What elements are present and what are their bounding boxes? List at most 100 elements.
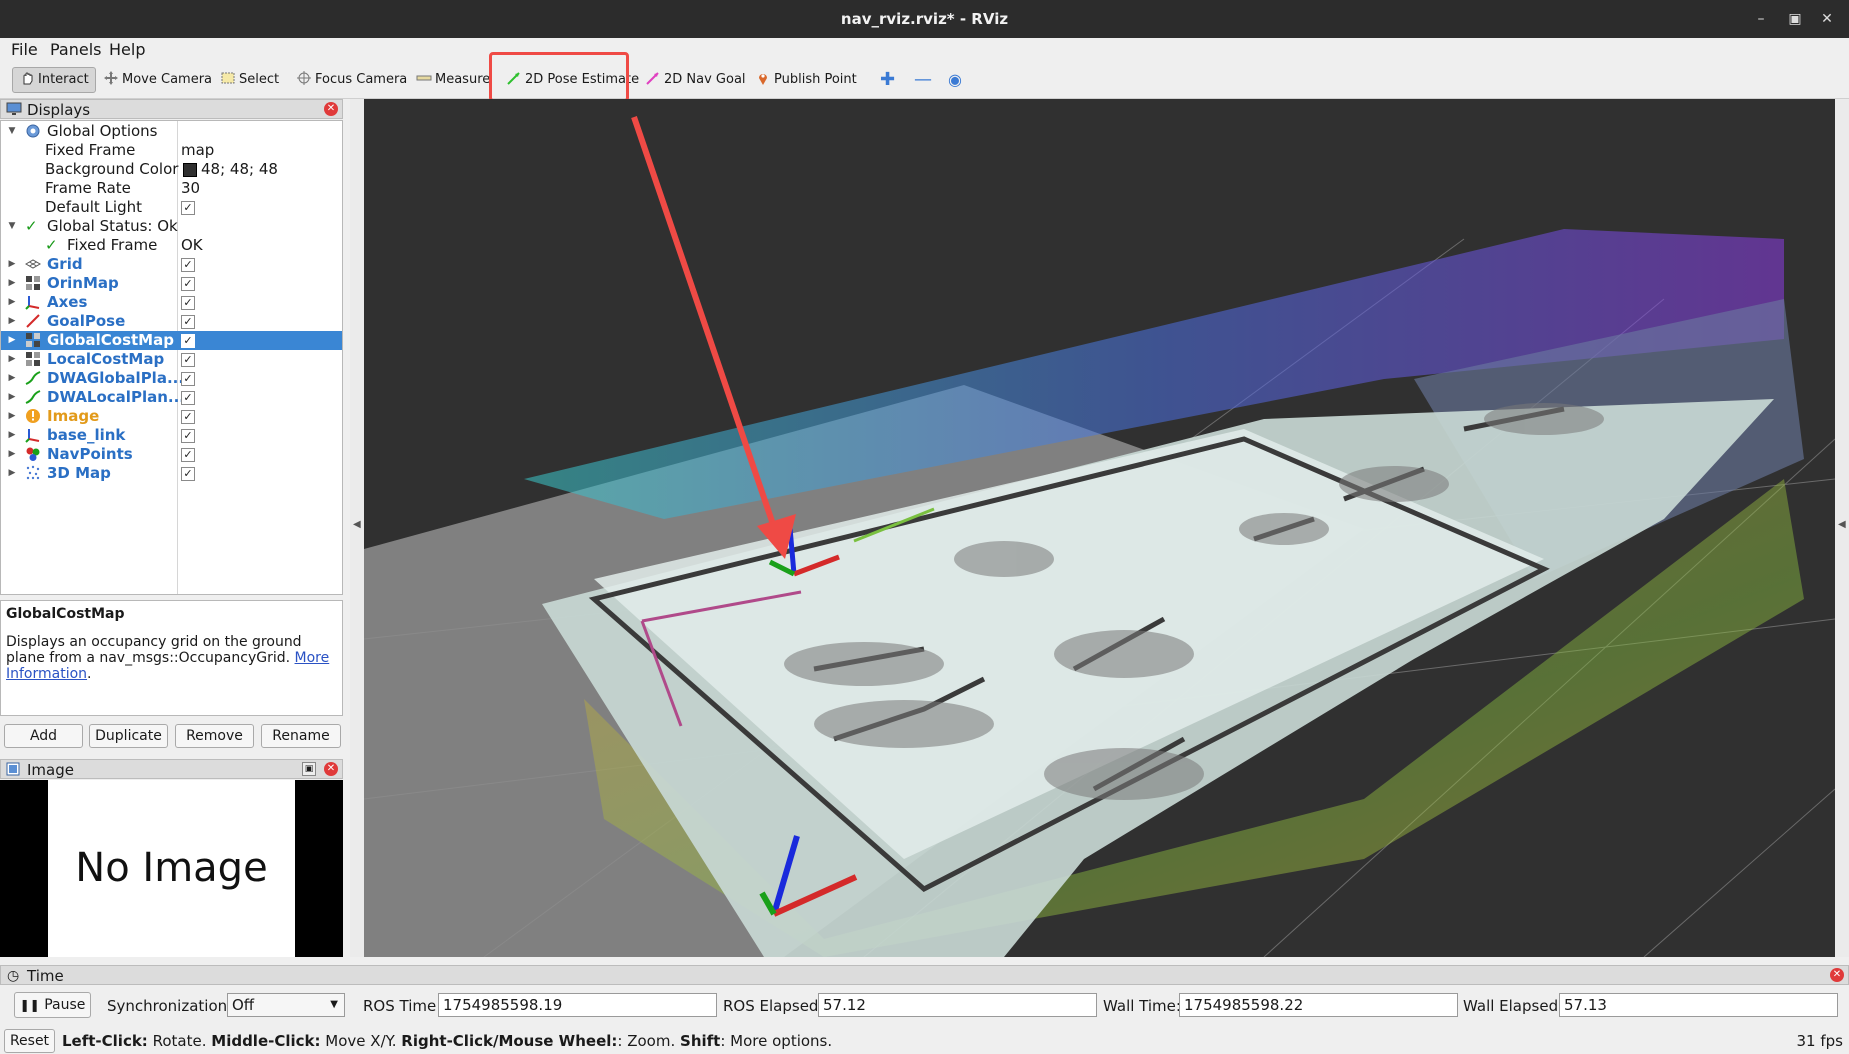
display-checkbox[interactable]: ✓	[181, 372, 195, 386]
left-click-desc: Rotate.	[152, 1032, 207, 1050]
display-item-dwaglobalplanner[interactable]: ▶ DWAGlobalPla... ✓	[1, 369, 342, 388]
display-item-3d-map[interactable]: ▶ 3D Map ✓	[1, 464, 342, 483]
time-close-icon[interactable]: ✕	[1830, 968, 1844, 982]
time-title: Time	[27, 967, 64, 985]
view-eye-icon[interactable]: ◉	[948, 68, 962, 92]
expand-right-icon[interactable]: ▶	[7, 312, 17, 331]
expand-right-icon[interactable]: ▶	[7, 350, 17, 369]
publish-point-button[interactable]: Publish Point	[755, 68, 857, 92]
duplicate-button[interactable]: Duplicate	[89, 724, 168, 748]
image-close-icon[interactable]: ✕	[324, 762, 338, 776]
select-button[interactable]: Select	[220, 68, 279, 92]
3d-scene[interactable]	[364, 99, 1835, 957]
display-item-orinmap[interactable]: ▶ OrinMap ✓	[1, 274, 342, 293]
display-checkbox[interactable]: ✓	[181, 334, 195, 348]
display-label: Grid	[47, 255, 83, 273]
display-item-image[interactable]: ▶ Image ✓	[1, 407, 342, 426]
display-item-grid[interactable]: ▶ Grid ✓	[1, 255, 342, 274]
menu-panels[interactable]: Panels	[50, 40, 102, 59]
display-item-axes[interactable]: ▶ Axes ✓	[1, 293, 342, 312]
collapse-left-icon[interactable]: ◀	[353, 519, 361, 530]
wall-elapsed-field[interactable]: 57.13	[1559, 993, 1838, 1017]
right-click-desc: : Zoom.	[617, 1032, 676, 1050]
add-tool-icon[interactable]: ✚	[880, 68, 895, 92]
display-item-globalcostmap[interactable]: ▶ GlobalCostMap ✓	[1, 331, 342, 350]
sync-select[interactable]: Off ▼	[227, 993, 345, 1017]
menu-help[interactable]: Help	[109, 40, 145, 59]
add-button[interactable]: Add	[4, 724, 83, 748]
display-checkbox[interactable]: ✓	[181, 353, 195, 367]
menu-file[interactable]: File	[11, 40, 38, 59]
rename-button[interactable]: Rename	[261, 724, 341, 748]
frame-rate-label: Frame Rate	[45, 179, 131, 197]
tree-row-default-light[interactable]: Default Light ✓	[1, 198, 342, 217]
global-status-label: Global Status: Ok	[47, 217, 178, 235]
display-checkbox[interactable]: ✓	[181, 467, 195, 481]
expand-right-icon[interactable]: ▶	[7, 331, 17, 350]
ros-time-field[interactable]: 1754985598.19	[438, 993, 717, 1017]
display-checkbox[interactable]: ✓	[181, 429, 195, 443]
image-viewer: No Image	[0, 780, 343, 957]
tree-row-background-color[interactable]: Background Color 48; 48; 48	[1, 160, 342, 179]
interact-tool-button[interactable]: Interact	[12, 67, 96, 93]
default-light-checkbox[interactable]: ✓	[181, 201, 195, 215]
right-splitter[interactable]: ◀	[1835, 99, 1849, 957]
remove-button[interactable]: Remove	[175, 724, 254, 748]
display-item-base-link[interactable]: ▶ base_link ✓	[1, 426, 342, 445]
remove-tool-icon[interactable]: —	[914, 68, 932, 92]
reset-button[interactable]: Reset	[4, 1029, 55, 1053]
sync-value: Off	[232, 996, 255, 1014]
display-item-navpoints[interactable]: ▶ NavPoints ✓	[1, 445, 342, 464]
tree-row-fixed-frame[interactable]: Fixed Frame map	[1, 141, 342, 160]
collapse-right-icon[interactable]: ◀	[1838, 519, 1846, 530]
wall-time-field[interactable]: 1754985598.22	[1179, 993, 1458, 1017]
frame-rate-value[interactable]: 30	[181, 179, 200, 198]
display-checkbox[interactable]: ✓	[181, 315, 195, 329]
expand-down-icon[interactable]: ▼	[7, 122, 17, 141]
move-camera-button[interactable]: Move Camera	[103, 68, 212, 92]
focus-camera-button[interactable]: Focus Camera	[296, 68, 407, 92]
displays-close-icon[interactable]: ✕	[324, 102, 338, 116]
display-item-dwalocalplanner[interactable]: ▶ DWALocalPlan... ✓	[1, 388, 342, 407]
undock-icon[interactable]: ▣	[302, 762, 316, 776]
expand-right-icon[interactable]: ▶	[7, 293, 17, 312]
display-checkbox[interactable]: ✓	[181, 391, 195, 405]
description-text: Displays an occupancy grid on the ground…	[6, 634, 302, 666]
pause-button[interactable]: ❚❚ Pause	[14, 992, 91, 1018]
tree-row-global-status[interactable]: ▼ ✓ Global Status: Ok	[1, 217, 342, 236]
expand-right-icon[interactable]: ▶	[7, 426, 17, 445]
expand-right-icon[interactable]: ▶	[7, 464, 17, 483]
display-checkbox[interactable]: ✓	[181, 258, 195, 272]
minimize-icon[interactable]: –	[1749, 7, 1773, 31]
color-swatch[interactable]	[183, 163, 197, 177]
expand-right-icon[interactable]: ▶	[7, 388, 17, 407]
display-item-goalpose[interactable]: ▶ GoalPose ✓	[1, 312, 342, 331]
tree-row-frame-rate[interactable]: Frame Rate 30	[1, 179, 342, 198]
restore-icon[interactable]: ▣	[1783, 7, 1807, 31]
left-splitter[interactable]: ◀	[350, 99, 364, 957]
measure-button[interactable]: Measure	[416, 68, 490, 92]
tree-row-status-fixed-frame[interactable]: ✓ Fixed Frame OK	[1, 236, 342, 255]
fixed-frame-value[interactable]: map	[181, 141, 214, 160]
hand-pointer-icon	[23, 72, 33, 85]
expand-down-icon[interactable]: ▼	[7, 217, 17, 236]
expand-right-icon[interactable]: ▶	[7, 407, 17, 426]
display-checkbox[interactable]: ✓	[181, 277, 195, 291]
expand-right-icon[interactable]: ▶	[7, 445, 17, 464]
render-viewport[interactable]	[364, 99, 1835, 957]
ros-elapsed-field[interactable]: 57.12	[818, 993, 1097, 1017]
nav-goal-button[interactable]: 2D Nav Goal	[645, 68, 746, 92]
display-checkbox[interactable]: ✓	[181, 448, 195, 462]
expand-right-icon[interactable]: ▶	[7, 274, 17, 293]
move-arrows-icon	[104, 71, 118, 85]
expand-right-icon[interactable]: ▶	[7, 369, 17, 388]
nav-goal-label: 2D Nav Goal	[664, 72, 746, 87]
wall-elapsed-label: Wall Elapsed:	[1463, 997, 1564, 1015]
display-item-localcostmap[interactable]: ▶ LocalCostMap ✓	[1, 350, 342, 369]
expand-right-icon[interactable]: ▶	[7, 255, 17, 274]
display-checkbox[interactable]: ✓	[181, 296, 195, 310]
display-checkbox[interactable]: ✓	[181, 410, 195, 424]
close-icon[interactable]: ✕	[1815, 7, 1839, 31]
background-color-value[interactable]: 48; 48; 48	[201, 160, 278, 179]
tree-row-global-options[interactable]: ▼ Global Options	[1, 122, 342, 141]
